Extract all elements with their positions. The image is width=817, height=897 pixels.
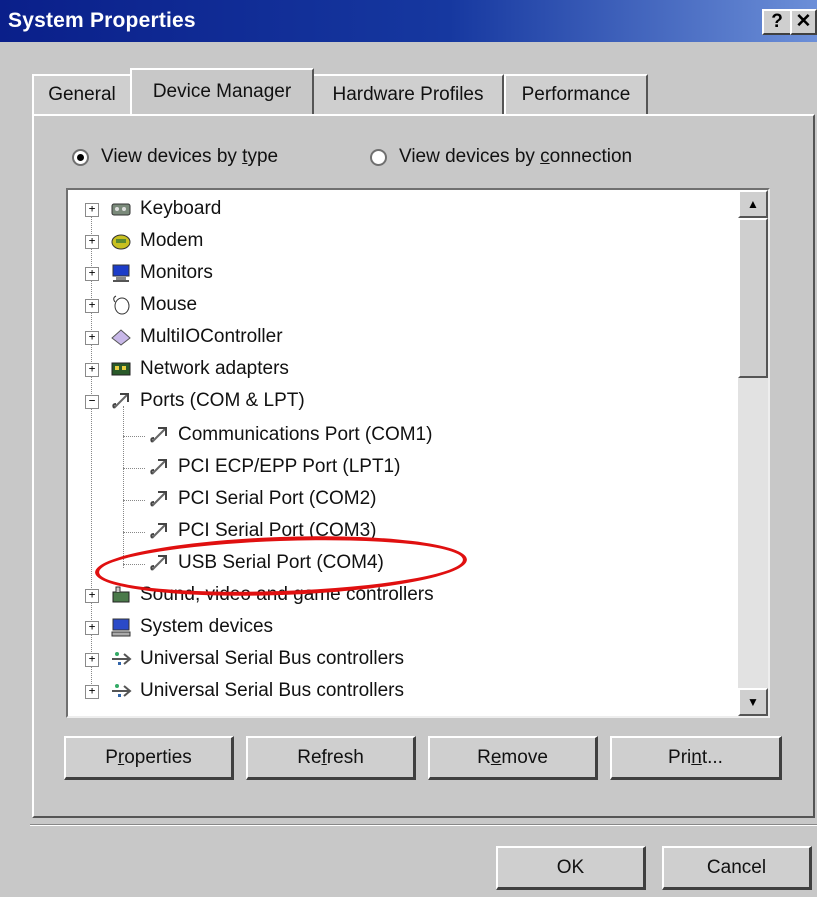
tree-branch-line [123, 468, 145, 469]
tree-item-keyboard[interactable]: Keyboard [110, 194, 221, 224]
mouse-icon [113, 295, 130, 315]
expand-icon[interactable]: + [85, 331, 99, 345]
expand-icon[interactable]: + [85, 685, 99, 699]
dialog-separator [30, 824, 817, 826]
scroll-thumb[interactable] [738, 218, 768, 378]
system-devices-icon [111, 618, 131, 637]
system-properties-window: System Properties ? ✕ General Device Man… [0, 0, 817, 897]
tree-ports-connector [123, 406, 124, 568]
expand-icon[interactable]: + [85, 363, 99, 377]
tree-item-label: Modem [140, 230, 204, 251]
expand-icon[interactable]: + [85, 621, 99, 635]
expand-icon[interactable]: + [85, 299, 99, 313]
tree-item-label: Network adapters [140, 358, 289, 379]
port-icon [150, 555, 167, 571]
port-icon [112, 393, 129, 409]
scroll-up-button[interactable]: ▲ [738, 190, 768, 218]
tab-performance[interactable]: Performance [504, 74, 648, 114]
tree-item-usb-controllers[interactable]: Universal Serial Bus controllers [110, 644, 404, 674]
tree-item-label: Communications Port (COM1) [178, 424, 433, 445]
expand-icon[interactable]: + [85, 653, 99, 667]
collapse-icon[interactable]: − [85, 395, 99, 409]
monitor-icon [112, 264, 130, 282]
tree-item-usb-serial-com4[interactable]: USB Serial Port (COM4) [148, 548, 384, 578]
tree-item-lpt1[interactable]: PCI ECP/EPP Port (LPT1) [148, 452, 400, 482]
ok-button[interactable]: OK [496, 846, 646, 890]
refresh-button[interactable]: Re f resh [246, 736, 416, 780]
tree-item-label: Monitors [140, 262, 213, 283]
window-title: System Properties [8, 9, 196, 32]
help-button[interactable]: ? [762, 9, 792, 35]
usb-icon [112, 652, 132, 665]
tree-item-label: PCI ECP/EPP Port (LPT1) [178, 456, 401, 477]
controller-icon [111, 329, 131, 346]
tree-item-label: System devices [140, 616, 274, 637]
tab-hardware-profiles[interactable]: Hardware Profiles [312, 74, 504, 114]
close-button[interactable]: ✕ [790, 9, 817, 35]
print-button[interactable]: Pri n t... [610, 736, 782, 780]
radio-selected-indicator [72, 148, 89, 166]
tree-branch-line [123, 532, 145, 533]
remove-button[interactable]: Re move [428, 736, 598, 780]
tree-item-label: Universal Serial Bus controllers [140, 648, 404, 669]
expand-icon[interactable]: + [85, 267, 99, 281]
tree-item-label: Sound, video and game controllers [140, 584, 434, 605]
tree-item-system-devices[interactable]: System devices [110, 612, 273, 642]
view-by-connection-radio[interactable]: View devices by connection [370, 146, 632, 168]
device-tree[interactable]: + Keyboard + Modem + Monitors + Mouse + … [66, 188, 770, 718]
keyboard-icon [111, 203, 131, 216]
port-icon [150, 491, 167, 507]
modem-icon [111, 234, 131, 250]
tree-item-label: PCI Serial Port (COM3) [178, 520, 377, 541]
port-icon [150, 427, 167, 443]
tree-item-com2[interactable]: PCI Serial Port (COM2) [148, 484, 376, 514]
tree-item-com1[interactable]: Communications Port (COM1) [148, 420, 432, 450]
network-adapter-icon [111, 362, 131, 376]
tree-item-label: MultiIOController [140, 326, 283, 347]
tree-item-monitors[interactable]: Monitors [110, 258, 213, 288]
port-icon [150, 459, 167, 475]
sound-icon [112, 586, 130, 603]
tree-item-com3[interactable]: PCI Serial Port (COM3) [148, 516, 376, 546]
tree-item-sound-video-game[interactable]: Sound, video and game controllers [110, 580, 434, 610]
expand-icon[interactable]: + [85, 235, 99, 249]
tree-item-network-adapters[interactable]: Network adapters [110, 354, 289, 384]
tree-item-label: PCI Serial Port (COM2) [178, 488, 377, 509]
view-by-type-radio[interactable]: View devices by type [72, 146, 278, 168]
tree-item-modem[interactable]: Modem [110, 226, 203, 256]
tab-device-manager[interactable]: Device Manager [130, 68, 314, 114]
view-by-type-label: View devices by type [101, 146, 279, 167]
tree-branch-line [123, 500, 145, 501]
tree-scrollbar[interactable]: ▲ ▼ [738, 190, 768, 716]
tree-item-multiiocontroller[interactable]: MultiIOController [110, 322, 283, 352]
title-bar[interactable]: System Properties ? ✕ [0, 0, 817, 42]
cancel-button[interactable]: Cancel [662, 846, 812, 890]
tree-item-mouse[interactable]: Mouse [110, 290, 197, 320]
tree-item-usb-controllers[interactable]: Universal Serial Bus controllers [110, 676, 404, 706]
tree-branch-line [123, 564, 145, 565]
expand-icon[interactable]: + [85, 589, 99, 603]
usb-icon [112, 684, 132, 697]
tree-item-label: Ports (COM & LPT) [140, 390, 305, 411]
properties-button[interactable]: Pr operties [64, 736, 234, 780]
tree-item-label: Universal Serial Bus controllers [140, 680, 404, 701]
tree-item-label: USB Serial Port (COM4) [178, 552, 384, 573]
expand-icon[interactable]: + [85, 203, 99, 217]
view-by-connection-label: View devices by connection [399, 146, 633, 167]
tree-branch-line [123, 436, 145, 437]
tree-item-ports[interactable]: Ports (COM & LPT) [110, 386, 305, 416]
tree-item-label: Mouse [140, 294, 198, 315]
scroll-down-button[interactable]: ▼ [738, 688, 768, 716]
port-icon [150, 523, 167, 539]
tab-general[interactable]: General [32, 74, 132, 114]
tree-item-label: Keyboard [140, 198, 222, 219]
radio-unselected-indicator [370, 148, 387, 166]
